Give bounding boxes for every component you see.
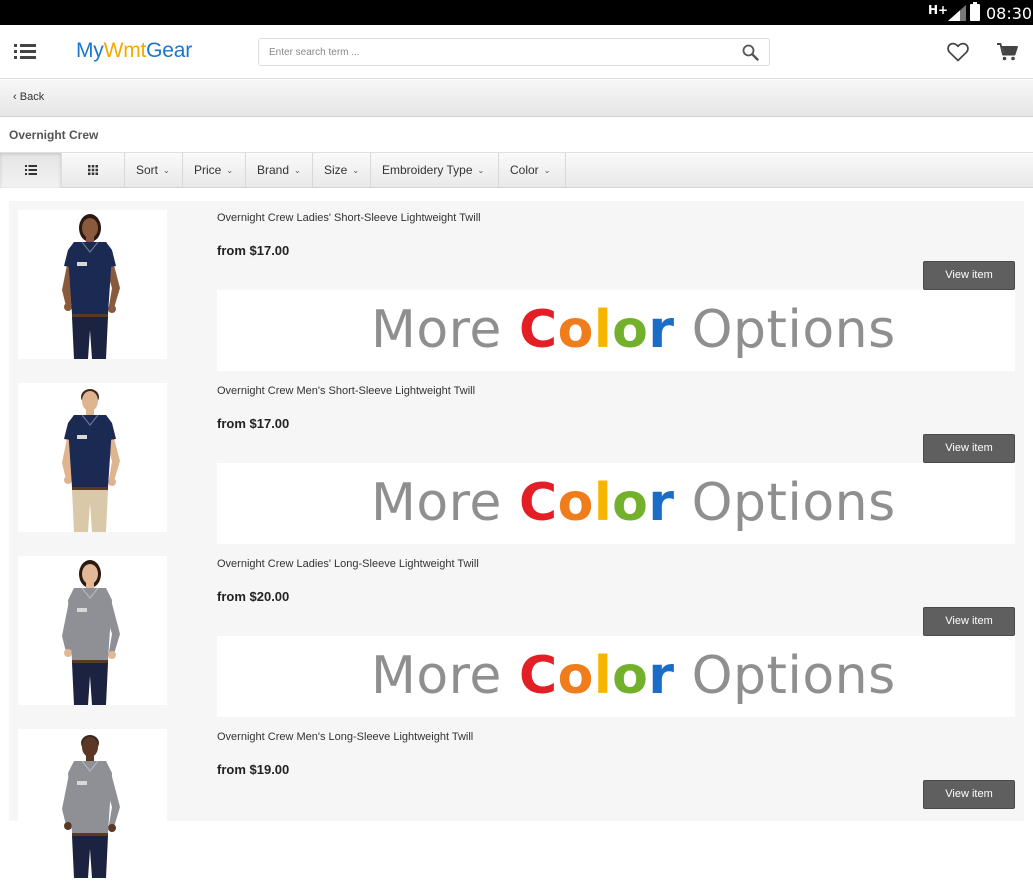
product-image[interactable] — [18, 383, 167, 532]
list-icon — [25, 165, 37, 175]
banner-text: More Color Options — [371, 300, 896, 360]
product-photo — [62, 389, 120, 532]
clock: 08:30 — [986, 4, 1033, 23]
product-image[interactable] — [18, 729, 167, 878]
signal-icon — [948, 5, 966, 21]
heart-icon[interactable] — [947, 42, 969, 62]
chevron-down-icon: ⌄ — [163, 166, 170, 175]
filter-bar: Sort ⌄ Price ⌄ Brand ⌄ Size ⌄ Embroidery Typ… — [0, 152, 1033, 188]
brand-logo[interactable]: MyWmtGear — [76, 39, 192, 63]
status-bar: H+ 08:30 — [0, 0, 1033, 25]
grid-icon — [88, 165, 98, 175]
page-title: Overnight Crew — [9, 128, 99, 142]
battery-icon — [970, 2, 980, 21]
back-button[interactable]: ‹ Back — [13, 91, 44, 103]
network-indicator: H+ — [928, 3, 949, 17]
app-header: MyWmtGear — [0, 25, 1033, 79]
banner-text: More Color Options — [371, 473, 896, 533]
product-photo — [62, 560, 120, 705]
sort-dropdown[interactable]: Sort ⌄ — [124, 153, 182, 188]
size-filter[interactable]: Size ⌄ — [312, 153, 370, 188]
price-filter[interactable]: Price ⌄ — [182, 153, 245, 188]
view-item-button[interactable]: View item — [923, 261, 1015, 290]
product-name[interactable]: Overnight Crew Ladies' Short-Sleeve Ligh… — [217, 212, 481, 224]
view-item-button[interactable]: View item — [923, 607, 1015, 636]
more-color-options-banner[interactable]: More Color Options — [217, 290, 1015, 371]
product-price: from $19.00 — [217, 762, 290, 777]
brand-filter[interactable]: Brand ⌄ — [245, 153, 312, 188]
chevron-down-icon: ⌄ — [352, 166, 360, 175]
chevron-down-icon: ⌄ — [543, 166, 551, 175]
more-color-options-banner[interactable]: More Color Options — [217, 636, 1015, 717]
product-name[interactable]: Overnight Crew Ladies' Long-Sleeve Light… — [217, 558, 479, 570]
chevron-down-icon: ⌄ — [477, 166, 485, 175]
more-color-options-banner[interactable]: More Color Options — [217, 463, 1015, 544]
product-name[interactable]: Overnight Crew Men's Long-Sleeve Lightwe… — [217, 731, 473, 743]
product-item: Overnight Crew Men's Short-Sleeve Lightw… — [9, 374, 1024, 547]
product-price: from $20.00 — [217, 589, 290, 604]
chevron-left-icon: ‹ — [13, 91, 20, 103]
view-item-button[interactable]: View item — [923, 434, 1015, 463]
grid-view-button[interactable] — [62, 153, 124, 188]
search-box — [258, 38, 770, 66]
chevron-down-icon: ⌄ — [294, 166, 301, 175]
product-item: Overnight Crew Ladies' Long-Sleeve Light… — [9, 547, 1024, 720]
embroidery-type-filter[interactable]: Embroidery Type ⌄ — [370, 153, 498, 188]
product-price: from $17.00 — [217, 243, 290, 258]
view-item-button[interactable]: View item — [923, 780, 1015, 809]
product-item: Overnight Crew Ladies' Short-Sleeve Ligh… — [9, 201, 1024, 374]
product-list: Overnight Crew Ladies' Short-Sleeve Ligh… — [9, 201, 1024, 878]
search-input[interactable] — [269, 44, 729, 61]
banner-text: More Color Options — [371, 646, 896, 706]
menu-icon[interactable] — [14, 44, 36, 60]
product-image[interactable] — [18, 210, 167, 359]
product-name[interactable]: Overnight Crew Men's Short-Sleeve Lightw… — [217, 385, 475, 397]
product-price: from $17.00 — [217, 416, 290, 431]
color-filter[interactable]: Color ⌄ — [498, 153, 566, 188]
list-view-button[interactable] — [0, 153, 62, 188]
cart-icon[interactable] — [996, 42, 1018, 62]
chevron-down-icon: ⌄ — [226, 166, 234, 175]
product-image[interactable] — [18, 556, 167, 705]
back-bar: ‹ Back — [0, 80, 1033, 117]
search-icon[interactable] — [742, 44, 759, 61]
product-photo — [62, 214, 120, 359]
product-item: Overnight Crew Men's Long-Sleeve Lightwe… — [9, 720, 1024, 893]
product-photo — [62, 735, 120, 878]
